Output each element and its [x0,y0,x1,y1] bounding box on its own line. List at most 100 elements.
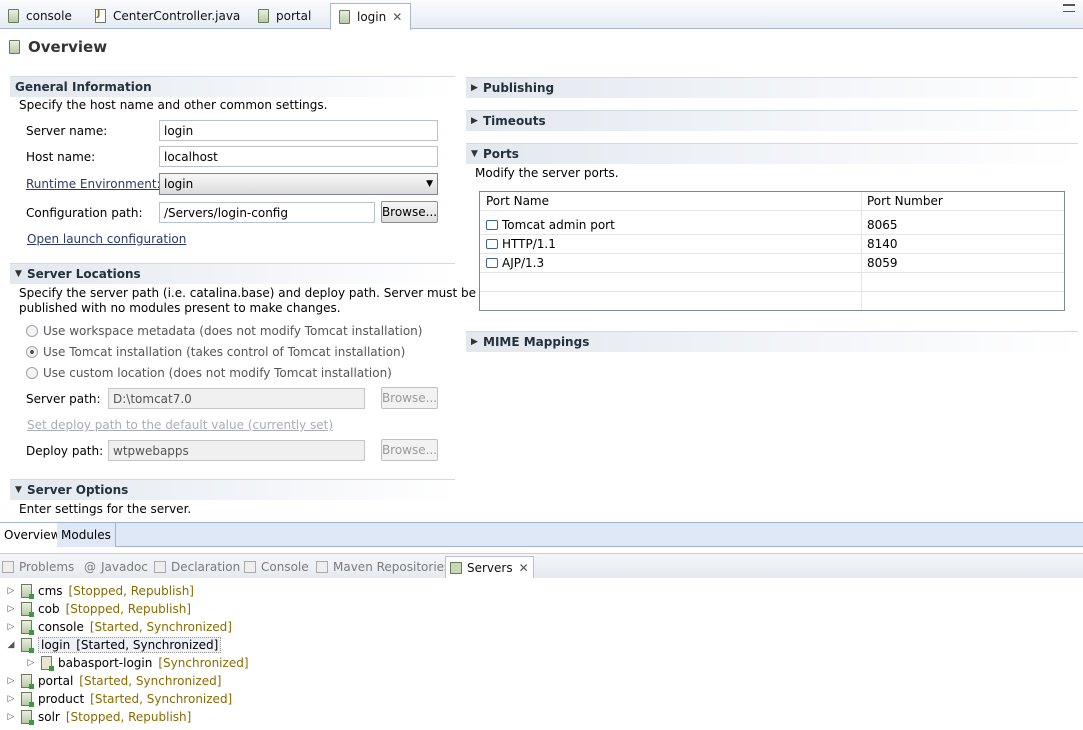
collapse-arrow-icon[interactable]: ◢ [5,640,17,650]
column-header-port-name[interactable]: Port Name [486,194,549,208]
server-path-field[interactable]: D:\tomcat7.0 [108,388,365,409]
collapsed-twistie-icon: ▶ [471,83,478,93]
configuration-path-field[interactable]: /Servers/login-config [159,202,375,223]
server-icon [21,674,34,689]
server-icon [21,602,34,617]
expand-arrow-icon[interactable]: ▷ [5,604,17,614]
expand-arrow-icon[interactable]: ▷ [5,622,17,632]
server-path-browse-button[interactable]: Browse... [381,387,438,409]
view-tab-servers[interactable]: Servers ✕ [445,556,534,578]
maven-repositories-icon [316,561,328,573]
radio-workspace-metadata[interactable]: Use workspace metadata (does not modify … [26,324,422,338]
runtime-environment-select[interactable]: login ▼ [159,173,438,195]
list-item[interactable]: ▷ cob [Stopped, Republish] [5,600,191,618]
minimize-icon[interactable] [1063,4,1075,12]
section-general-information: General Information [10,76,455,97]
list-item[interactable]: ▷ product [Started, Synchronized] [5,690,232,708]
problems-icon [2,561,14,573]
close-icon[interactable]: ✕ [519,561,529,575]
editor-tab-centercontroller[interactable]: CenterController.java [87,3,248,29]
collapsed-twistie-icon: ▶ [471,116,478,126]
javadoc-icon: @ [84,560,96,574]
options-description: Enter settings for the server. [19,502,192,516]
editor-tab-portal[interactable]: portal [250,3,319,29]
server-icon [21,638,34,653]
editor-tab-console[interactable]: console [0,3,80,29]
radio-button-selected [26,346,38,358]
locations-description-line2: published with no modules present to mak… [19,301,341,315]
runtime-environment-link[interactable]: Runtime Environment: [26,177,161,191]
radio-button [26,325,38,337]
expand-arrow-icon[interactable]: ▷ [5,676,17,686]
console-icon [244,561,256,573]
close-icon[interactable]: ✕ [392,10,402,24]
section-timeouts[interactable]: ▶ Timeouts [466,110,1078,131]
table-row[interactable]: HTTP/1.1 8140 [480,235,1064,254]
view-tab-bar: Problems @ Javadoc Declaration Console Ma… [0,553,1083,578]
server-icon [21,710,34,725]
servers-tree: ▷ cms [Stopped, Republish] ▷ cob [Stopped,… [0,582,1083,730]
host-name-field[interactable]: localhost [159,146,438,167]
table-row[interactable]: AJP/1.3 8059 [480,254,1064,273]
server-icon [21,584,34,599]
tab-overview[interactable]: Overview [0,523,66,547]
view-tab-problems[interactable]: Problems [2,556,74,578]
server-icon [8,9,19,23]
overview-header: Overview [0,30,1083,64]
list-item[interactable]: ▷ console [Started, Synchronized] [5,618,232,636]
ports-table: Port Name Port Number Tomcat admin port … [479,191,1065,311]
section-server-options[interactable]: ▼ Server Options [10,479,455,500]
general-description: Specify the host name and other common s… [19,98,328,112]
expanded-twistie-icon: ▼ [15,485,22,495]
list-item-selected[interactable]: ◢ login [Started, Synchronized] [5,636,222,654]
table-header: Port Name Port Number [480,192,1064,211]
module-icon [41,656,54,671]
deploy-path-field[interactable]: wtpwebapps [108,440,365,461]
expand-arrow-icon[interactable]: ▷ [25,658,37,668]
collapsed-twistie-icon: ▶ [471,337,478,347]
deploy-path-browse-button[interactable]: Browse... [381,439,438,461]
list-item[interactable]: ▷ cms [Stopped, Republish] [5,582,194,600]
radio-tomcat-installation[interactable]: Use Tomcat installation (takes control o… [26,345,405,359]
port-icon [486,239,498,249]
port-icon [486,258,498,268]
server-name-field[interactable]: login [159,120,438,141]
expand-arrow-icon[interactable]: ▷ [5,694,17,704]
radio-custom-location[interactable]: Use custom location (does not modify Tom… [26,366,392,380]
server-path-label: Server path: [26,392,101,406]
list-item[interactable]: ▷ solr [Stopped, Republish] [5,708,191,726]
locations-description-line1: Specify the server path (i.e. catalina.b… [19,286,477,300]
list-item[interactable]: ▷ babasport-login [Synchronized] [25,654,249,672]
server-icon [21,620,34,635]
editor-tab-login[interactable]: login ✕ [330,3,412,30]
server-icon [9,40,20,54]
set-default-deploy-path-link[interactable]: Set deploy path to the default value (cu… [27,418,333,432]
editor-tab-bar: console CenterController.java portal log… [0,0,1083,30]
section-mime-mappings[interactable]: ▶ MIME Mappings [466,331,1078,352]
section-ports[interactable]: ▼ Ports [466,143,1078,164]
host-name-label: Host name: [26,150,96,164]
view-tab-javadoc[interactable]: @ Javadoc [84,556,148,578]
expanded-twistie-icon: ▼ [471,149,478,159]
open-launch-configuration-link[interactable]: Open launch configuration [27,232,186,246]
expand-arrow-icon[interactable]: ▷ [5,586,17,596]
server-icon [339,10,350,24]
server-icon [21,692,34,707]
section-server-locations[interactable]: ▼ Server Locations [10,263,455,284]
configuration-browse-button[interactable]: Browse... [381,201,438,223]
section-publishing[interactable]: ▶ Publishing [466,77,1078,98]
table-row[interactable]: Tomcat admin port 8065 [480,216,1064,235]
chevron-down-icon: ▼ [426,179,433,189]
port-icon [486,220,498,230]
radio-button [26,367,38,379]
view-tab-maven-repositories[interactable]: Maven Repositories [316,556,450,578]
list-item[interactable]: ▷ portal [Started, Synchronized] [5,672,221,690]
tab-modules[interactable]: Modules [57,523,116,547]
expanded-twistie-icon: ▼ [15,269,22,279]
declaration-icon [154,561,166,573]
expand-arrow-icon[interactable]: ▷ [5,712,17,722]
view-tab-console[interactable]: Console [244,556,309,578]
table-row-empty [480,292,1064,311]
view-tab-declaration[interactable]: Declaration [154,556,240,578]
column-header-port-number[interactable]: Port Number [867,194,943,208]
